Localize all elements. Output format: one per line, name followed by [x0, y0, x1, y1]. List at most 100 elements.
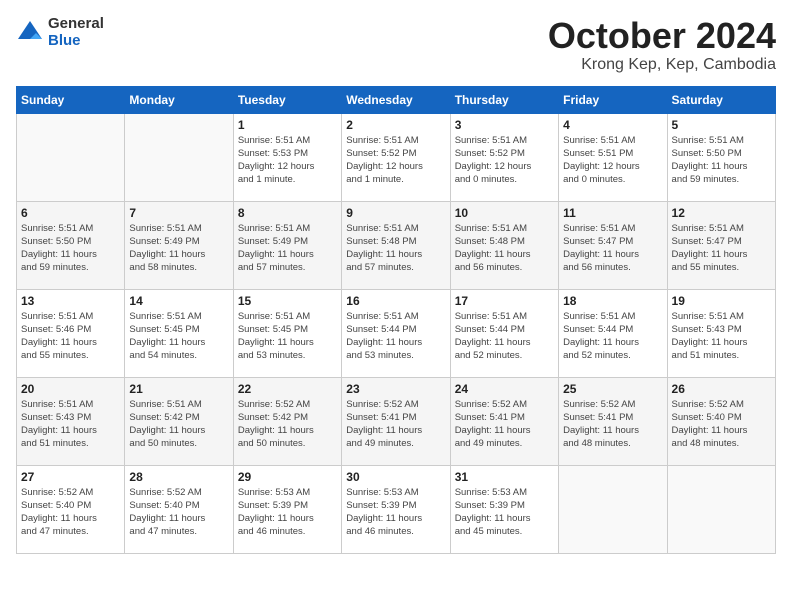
calendar-cell: 8 Sunrise: 5:51 AM Sunset: 5:49 PM Daylig…	[233, 201, 341, 289]
weekday-header: Tuesday	[233, 86, 341, 113]
weekday-header: Sunday	[17, 86, 125, 113]
day-number: 16	[346, 294, 445, 308]
day-number: 12	[672, 206, 771, 220]
day-number: 19	[672, 294, 771, 308]
calendar-cell: 15Sunrise: 5:51 AM Sunset: 5:45 PM Dayli…	[233, 289, 341, 377]
day-detail: Sunrise: 5:52 AM Sunset: 5:40 PM Dayligh…	[129, 487, 205, 538]
day-detail: Sunrise: 5:51 AM Sunset: 5:49 PM Dayligh…	[238, 223, 314, 274]
calendar-cell: 30Sunrise: 5:53 AM Sunset: 5:39 PM Dayli…	[342, 465, 450, 553]
day-detail: Sunrise: 5:51 AM Sunset: 5:49 PM Dayligh…	[129, 223, 205, 274]
title-area: October 2024 Krong Kep, Kep, Cambodia	[548, 16, 776, 74]
logo-icon	[16, 19, 44, 47]
day-detail: Sunrise: 5:51 AM Sunset: 5:44 PM Dayligh…	[563, 311, 639, 362]
calendar-cell: 6Sunrise: 5:51 AM Sunset: 5:50 PM Daylig…	[17, 201, 125, 289]
calendar-cell: 10 Sunrise: 5:51 AM Sunset: 5:48 PM Dayli…	[450, 201, 558, 289]
calendar-cell: 5 Sunrise: 5:51 AM Sunset: 5:50 PM Daylig…	[667, 113, 775, 201]
calendar-cell: 22 Sunrise: 5:52 AM Sunset: 5:42 PM Dayli…	[233, 377, 341, 465]
day-detail: Sunrise: 5:51 AM Sunset: 5:43 PM Dayligh…	[672, 311, 748, 362]
calendar-cell: 31 Sunrise: 5:53 AM Sunset: 5:39 PM Dayli…	[450, 465, 558, 553]
day-detail: Sunrise: 5:51 AM Sunset: 5:50 PM Dayligh…	[21, 223, 97, 274]
calendar-week-row: 20Sunrise: 5:51 AM Sunset: 5:43 PM Dayli…	[17, 377, 776, 465]
day-detail: Sunrise: 5:52 AM Sunset: 5:40 PM Dayligh…	[21, 487, 97, 538]
day-number: 20	[21, 382, 120, 396]
day-detail: Sunrise: 5:52 AM Sunset: 5:41 PM Dayligh…	[563, 399, 639, 450]
day-number: 13	[21, 294, 120, 308]
calendar-cell: 27Sunrise: 5:52 AM Sunset: 5:40 PM Dayli…	[17, 465, 125, 553]
day-number: 31	[455, 470, 554, 484]
calendar-cell	[125, 113, 233, 201]
day-number: 21	[129, 382, 228, 396]
logo-text: General Blue	[48, 16, 104, 49]
day-number: 24	[455, 382, 554, 396]
header: General Blue October 2024 Krong Kep, Kep…	[16, 16, 776, 74]
calendar-cell: 28 Sunrise: 5:52 AM Sunset: 5:40 PM Dayli…	[125, 465, 233, 553]
day-number: 4	[563, 118, 662, 132]
day-number: 26	[672, 382, 771, 396]
day-detail: Sunrise: 5:52 AM Sunset: 5:42 PM Dayligh…	[238, 399, 314, 450]
day-detail: Sunrise: 5:51 AM Sunset: 5:52 PM Dayligh…	[346, 135, 423, 186]
calendar-table: SundayMondayTuesdayWednesdayThursdayFrid…	[16, 86, 776, 554]
day-number: 8	[238, 206, 337, 220]
calendar-cell	[667, 465, 775, 553]
logo-general-text: General	[48, 16, 104, 33]
calendar-cell: 21 Sunrise: 5:51 AM Sunset: 5:42 PM Dayli…	[125, 377, 233, 465]
calendar-cell: 1Sunrise: 5:51 AM Sunset: 5:53 PM Daylig…	[233, 113, 341, 201]
calendar-cell: 26 Sunrise: 5:52 AM Sunset: 5:40 PM Dayli…	[667, 377, 775, 465]
calendar-cell	[17, 113, 125, 201]
day-number: 22	[238, 382, 337, 396]
calendar-cell: 3 Sunrise: 5:51 AM Sunset: 5:52 PM Daylig…	[450, 113, 558, 201]
day-number: 28	[129, 470, 228, 484]
calendar-cell: 18 Sunrise: 5:51 AM Sunset: 5:44 PM Dayli…	[559, 289, 667, 377]
calendar-cell: 12 Sunrise: 5:51 AM Sunset: 5:47 PM Dayli…	[667, 201, 775, 289]
calendar-week-row: 13Sunrise: 5:51 AM Sunset: 5:46 PM Dayli…	[17, 289, 776, 377]
month-title: October 2024	[548, 16, 776, 56]
location-title: Krong Kep, Kep, Cambodia	[548, 56, 776, 74]
calendar-week-row: 27Sunrise: 5:52 AM Sunset: 5:40 PM Dayli…	[17, 465, 776, 553]
day-number: 14	[129, 294, 228, 308]
weekday-header-row: SundayMondayTuesdayWednesdayThursdayFrid…	[17, 86, 776, 113]
calendar-cell: 20Sunrise: 5:51 AM Sunset: 5:43 PM Dayli…	[17, 377, 125, 465]
day-detail: Sunrise: 5:51 AM Sunset: 5:51 PM Dayligh…	[563, 135, 640, 186]
calendar-cell: 16 Sunrise: 5:51 AM Sunset: 5:44 PM Dayli…	[342, 289, 450, 377]
calendar-cell: 2 Sunrise: 5:51 AM Sunset: 5:52 PM Daylig…	[342, 113, 450, 201]
calendar-cell: 17 Sunrise: 5:51 AM Sunset: 5:44 PM Dayli…	[450, 289, 558, 377]
calendar-cell: 25 Sunrise: 5:52 AM Sunset: 5:41 PM Dayli…	[559, 377, 667, 465]
weekday-header: Friday	[559, 86, 667, 113]
day-detail: Sunrise: 5:51 AM Sunset: 5:47 PM Dayligh…	[563, 223, 639, 274]
day-detail: Sunrise: 5:51 AM Sunset: 5:48 PM Dayligh…	[346, 223, 422, 274]
day-detail: Sunrise: 5:53 AM Sunset: 5:39 PM Dayligh…	[455, 487, 531, 538]
day-number: 3	[455, 118, 554, 132]
calendar-cell: 19 Sunrise: 5:51 AM Sunset: 5:43 PM Dayli…	[667, 289, 775, 377]
calendar-cell: 13Sunrise: 5:51 AM Sunset: 5:46 PM Dayli…	[17, 289, 125, 377]
calendar-cell: 9 Sunrise: 5:51 AM Sunset: 5:48 PM Daylig…	[342, 201, 450, 289]
day-number: 30	[346, 470, 445, 484]
day-detail: Sunrise: 5:51 AM Sunset: 5:50 PM Dayligh…	[672, 135, 748, 186]
calendar-cell: 11Sunrise: 5:51 AM Sunset: 5:47 PM Dayli…	[559, 201, 667, 289]
logo: General Blue	[16, 16, 104, 49]
weekday-header: Wednesday	[342, 86, 450, 113]
day-detail: Sunrise: 5:53 AM Sunset: 5:39 PM Dayligh…	[238, 487, 314, 538]
day-detail: Sunrise: 5:51 AM Sunset: 5:52 PM Dayligh…	[455, 135, 532, 186]
calendar-cell: 14Sunrise: 5:51 AM Sunset: 5:45 PM Dayli…	[125, 289, 233, 377]
calendar-cell: 23Sunrise: 5:52 AM Sunset: 5:41 PM Dayli…	[342, 377, 450, 465]
day-detail: Sunrise: 5:51 AM Sunset: 5:42 PM Dayligh…	[129, 399, 205, 450]
day-detail: Sunrise: 5:51 AM Sunset: 5:53 PM Dayligh…	[238, 135, 315, 186]
day-detail: Sunrise: 5:52 AM Sunset: 5:40 PM Dayligh…	[672, 399, 748, 450]
calendar-cell: 7Sunrise: 5:51 AM Sunset: 5:49 PM Daylig…	[125, 201, 233, 289]
calendar-cell: 4 Sunrise: 5:51 AM Sunset: 5:51 PM Daylig…	[559, 113, 667, 201]
day-number: 17	[455, 294, 554, 308]
day-detail: Sunrise: 5:51 AM Sunset: 5:44 PM Dayligh…	[346, 311, 422, 362]
calendar-cell	[559, 465, 667, 553]
day-number: 23	[346, 382, 445, 396]
day-number: 5	[672, 118, 771, 132]
day-number: 2	[346, 118, 445, 132]
day-detail: Sunrise: 5:51 AM Sunset: 5:44 PM Dayligh…	[455, 311, 531, 362]
day-number: 25	[563, 382, 662, 396]
day-detail: Sunrise: 5:52 AM Sunset: 5:41 PM Dayligh…	[455, 399, 531, 450]
calendar-week-row: 6Sunrise: 5:51 AM Sunset: 5:50 PM Daylig…	[17, 201, 776, 289]
day-number: 9	[346, 206, 445, 220]
day-detail: Sunrise: 5:51 AM Sunset: 5:48 PM Dayligh…	[455, 223, 531, 274]
day-number: 10	[455, 206, 554, 220]
day-detail: Sunrise: 5:51 AM Sunset: 5:47 PM Dayligh…	[672, 223, 748, 274]
day-number: 18	[563, 294, 662, 308]
